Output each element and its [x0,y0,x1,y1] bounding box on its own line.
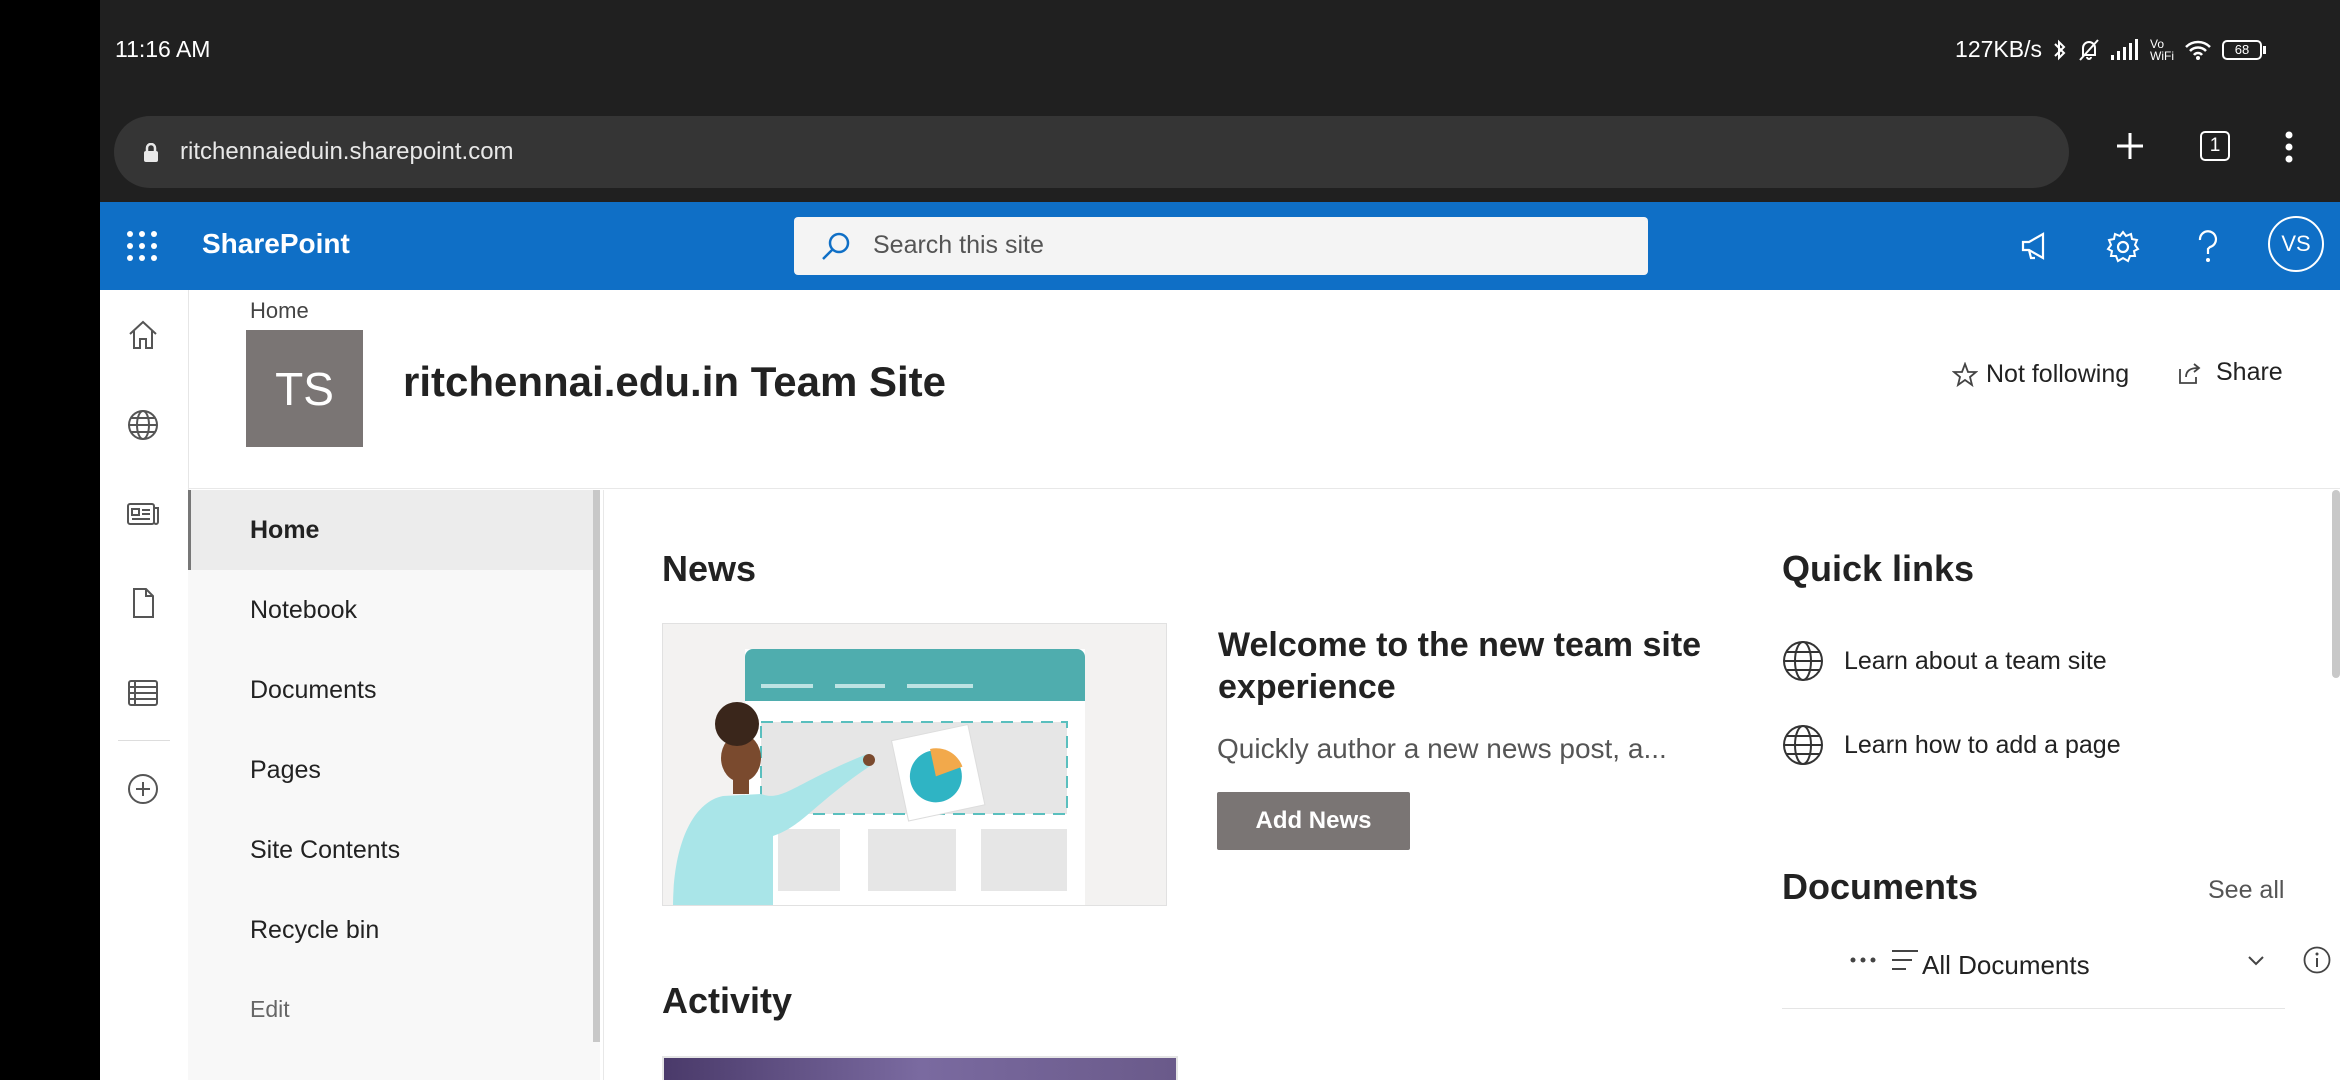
document-icon[interactable] [126,586,160,620]
nav-item-recycle-bin[interactable]: Recycle bin [188,890,593,970]
follow-label: Not following [1986,360,2130,388]
nav-item-notebook[interactable]: Notebook [188,570,593,650]
news-thumbnail[interactable] [662,623,1167,906]
nav-item-label: Site Contents [250,836,401,864]
search-icon [822,232,850,260]
nav-item-label: Home [250,516,320,544]
news-icon[interactable] [126,496,160,530]
documents-divider [1782,1008,2285,1009]
follow-button[interactable]: Not following [1952,360,2129,389]
news-post-description: Quickly author a new news post, a... [1217,733,1667,764]
activity-heading: Activity [662,980,793,1021]
nav-scrollbar[interactable] [593,490,600,1042]
view-options-icon[interactable] [1890,945,1920,975]
documents-heading: Documents [1782,866,1979,907]
quick-link-label: Learn about a team site [1844,646,2107,675]
quick-links-heading: Quick links [1782,548,1975,589]
nav-edit-link[interactable]: Edit [188,970,593,1050]
device-frame: 11:16 AM 127KB/s Vo WiFi 68 ritchennaied… [100,0,2340,1080]
app-rail [100,290,189,1080]
site-logo[interactable]: TS [246,330,363,447]
activity-thumbnail[interactable] [662,1056,1178,1080]
news-post-title[interactable]: Welcome to the new team site experience [1218,624,1758,708]
lock-icon [144,143,158,162]
browser-menu-icon[interactable] [2284,130,2294,164]
tab-count: 1 [2209,135,2221,156]
home-icon[interactable] [126,318,160,352]
nav-item-pages[interactable]: Pages [188,730,593,810]
star-icon [1952,361,1978,387]
see-all-link[interactable]: See all [2208,876,2284,905]
status-time: 11:16 AM [115,36,211,62]
quick-link-item[interactable]: Learn how to add a page [1782,724,2121,766]
chevron-down-icon[interactable] [2246,950,2266,970]
globe-icon[interactable] [126,408,160,442]
nav-item-site-contents[interactable]: Site Contents [188,810,593,890]
share-button[interactable]: Share [2178,358,2283,387]
announcement-icon[interactable] [2019,230,2053,262]
more-options-icon[interactable] [1848,945,1878,975]
user-avatar[interactable]: VS [2268,216,2324,272]
tab-switcher-button[interactable]: 1 [2200,131,2230,161]
site-search-box[interactable]: Search this site [794,217,1648,275]
page-scrollbar[interactable] [2332,490,2340,678]
settings-gear-icon[interactable] [2106,230,2140,264]
rail-divider [118,740,170,741]
mute-icon [2079,38,2099,61]
nav-item-label: Notebook [250,596,358,624]
nav-item-label: Recycle bin [250,916,380,944]
address-bar[interactable]: ritchennaieduin.sharepoint.com [114,116,2069,188]
nav-item-documents[interactable]: Documents [188,650,593,730]
search-placeholder: Search this site [873,231,1044,259]
share-icon [2179,362,2201,384]
breadcrumb[interactable]: Home [250,298,309,324]
add-news-label: Add News [1255,807,1372,834]
add-news-button[interactable]: Add News [1217,792,1410,850]
globe-icon [1783,725,1823,765]
team-site-illustration [673,649,1085,905]
news-heading: News [662,548,757,589]
nav-item-label: Edit [250,996,290,1022]
globe-icon [1783,641,1823,681]
create-add-icon[interactable] [126,772,160,806]
status-bar: 11:16 AM 127KB/s Vo WiFi 68 [100,0,2340,104]
quick-link-label: Learn how to add a page [1844,730,2121,759]
quick-link-item[interactable]: Learn about a team site [1782,640,2107,682]
site-title[interactable]: ritchennai.edu.in Team Site [403,358,946,406]
site-logo-text: TS [275,362,334,415]
signal-icon [2111,38,2138,60]
avatar-initials: VS [2281,231,2311,256]
nav-item-home[interactable]: Home [188,490,593,570]
bluetooth-icon [2054,39,2066,60]
header-divider [188,488,2340,489]
list-icon[interactable] [126,676,160,710]
nav-divider [603,490,604,1080]
battery-level: 68 [2222,39,2262,60]
nav-item-label: Documents [250,676,377,704]
info-icon[interactable] [2302,945,2332,975]
share-label: Share [2216,358,2283,386]
nav-item-label: Pages [250,756,321,784]
new-tab-icon[interactable] [2114,130,2146,162]
url-text[interactable]: ritchennaieduin.sharepoint.com [180,138,514,166]
network-speed: 127KB/s [1955,36,2042,62]
suite-bar: SharePoint Search this site VS [100,202,2340,290]
help-icon[interactable] [2196,230,2220,264]
app-launcher-icon[interactable] [126,230,158,262]
wifi-icon [2185,40,2211,60]
site-navigation: Home Notebook Documents Pages Site Conte… [188,490,600,1080]
view-selector[interactable]: All Documents [1922,950,2090,981]
sharepoint-brand-link[interactable]: SharePoint [202,228,350,260]
browser-toolbar: ritchennaieduin.sharepoint.com 1 [100,104,2340,202]
status-icons: 127KB/s Vo WiFi 68 [1955,36,2266,63]
vowifi-label: Vo WiFi [2150,36,2174,63]
battery-icon: 68 [2222,39,2266,60]
